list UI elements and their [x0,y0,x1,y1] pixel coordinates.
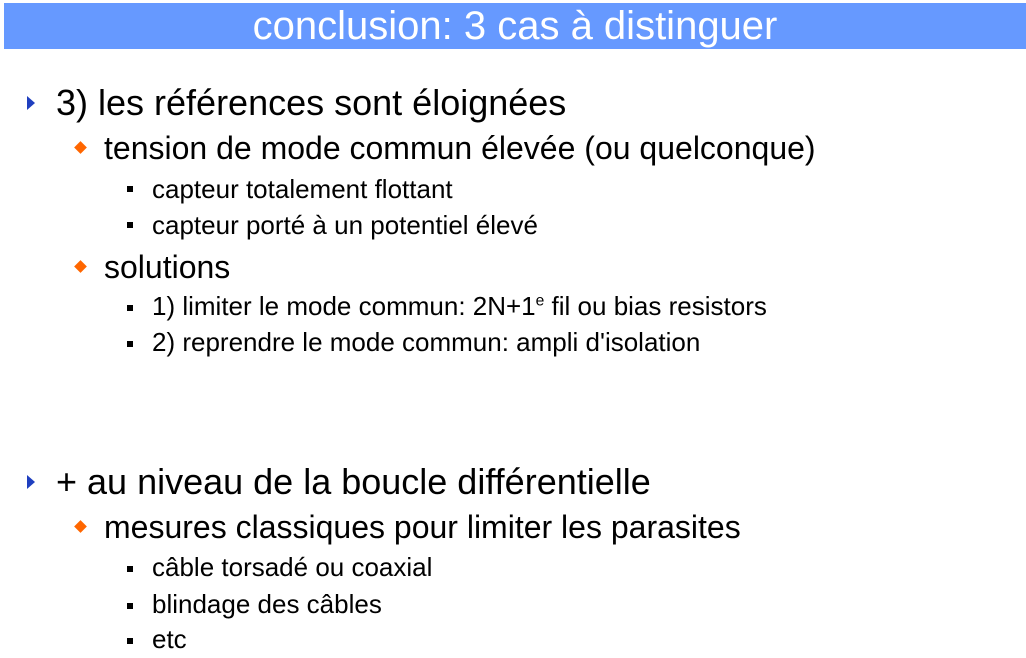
title-bar: conclusion: 3 cas à distinguer [4,3,1026,49]
section2-sub1-label: mesures classiques pour limiter les para… [104,509,741,545]
diamond-bullet-icon [74,260,87,273]
section1-sub1-item: capteur totalement flottant [152,174,453,204]
square-bullet-icon [127,305,133,311]
triangle-bullet-icon [27,96,35,110]
section2-sub1-item: câble torsadé ou coaxial [152,552,433,582]
section2-heading: + au niveau de la boucle différentielle [56,461,651,502]
diamond-bullet-icon [74,141,87,154]
section2-sub1-item: etc [152,624,187,654]
square-bullet-icon [127,603,133,609]
section1-heading: 3) les références sont éloignées [56,82,567,123]
section1-sub1-label: tension de mode commun élevée (ou quelco… [104,130,816,166]
square-bullet-icon [127,638,133,644]
square-bullet-icon [127,222,133,228]
section1-sub2-item: 2) reprendre le mode commun: ampli d'iso… [152,327,701,357]
triangle-bullet-icon [27,475,35,489]
item-text: 1) limiter le mode commun: 2N+1 [152,291,536,321]
slide-title: conclusion: 3 cas à distinguer [252,4,778,48]
square-bullet-icon [127,186,133,192]
square-bullet-icon [127,341,133,347]
diamond-bullet-icon [74,520,87,533]
section1-sub2-item: 1) limiter le mode commun: 2N+1e fil ou … [152,291,767,321]
section1-sub2-label: solutions [104,249,231,285]
section2-sub1-item: blindage des câbles [152,589,382,619]
item-text: fil ou bias resistors [544,291,767,321]
section1-sub1-item: capteur porté à un potentiel élevé [152,210,538,240]
square-bullet-icon [127,566,133,572]
